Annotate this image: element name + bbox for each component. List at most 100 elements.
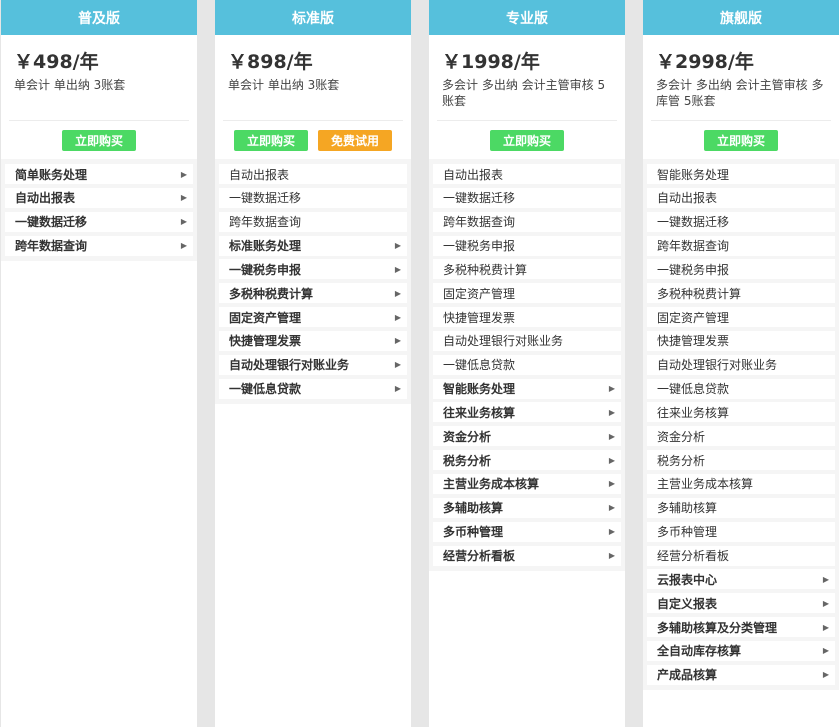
feature-label: 多币种管理 [657,525,718,540]
feature-item[interactable]: 快捷管理发票 ▶ [219,330,407,351]
feature-item[interactable]: 多币种管理 ▶ [433,521,621,542]
feature-item: 多税种税费计算 [647,283,835,304]
feature-label: 一键数据迁移 [229,191,302,206]
chevron-right-icon[interactable]: ▶ [823,575,829,584]
plan-card-standard: 标准版 ￥898/年 单会计 单出纳 3账套 立即购买 免费试用 自动出报表 一键数据迁移跨… [215,0,411,727]
feature-label: 自定义报表 [657,596,718,611]
feature-label: 往来业务核算 [657,405,730,420]
feature-item[interactable]: 多税种税费计算 ▶ [219,283,407,304]
feature-item: 固定资产管理 [647,307,835,328]
free-trial-button[interactable]: 免费试用 [318,130,392,151]
feature-label: 多税种税费计算 [443,262,528,277]
chevron-right-icon[interactable]: ▶ [181,193,187,202]
feature-label: 自动处理银行对账业务 [657,358,778,373]
feature-item[interactable]: 一键低息贷款 ▶ [219,378,407,399]
plan-price: ￥498/年 [14,51,99,73]
feature-label: 简单账务处理 [15,167,88,182]
feature-label: 主营业务成本核算 [657,477,754,492]
feature-item: 一键低息贷款 [433,354,621,375]
feature-label: 往来业务核算 [443,405,516,420]
feature-item[interactable]: 自动出报表 ▶ [5,187,193,208]
feature-item: 跨年数据查询 [219,211,407,232]
chevron-right-icon[interactable]: ▶ [181,217,187,226]
chevron-right-icon[interactable]: ▶ [609,551,615,560]
feature-item[interactable]: 跨年数据查询 ▶ [5,235,193,256]
feature-label: 自动出报表 [443,167,504,182]
feature-item[interactable]: 自定义报表 ▶ [647,593,835,614]
chevron-right-icon[interactable]: ▶ [395,336,401,345]
chevron-right-icon[interactable]: ▶ [823,599,829,608]
plan-card-basic: 普及版 ￥498/年 单会计 单出纳 3账套 立即购买 简单账务处理 ▶ 自动出报表 ▶ 一键数… [1,0,197,727]
chevron-right-icon[interactable]: ▶ [181,170,187,179]
chevron-right-icon[interactable]: ▶ [395,360,401,369]
chevron-right-icon[interactable]: ▶ [609,527,615,536]
buy-now-button[interactable]: 立即购买 [234,130,308,151]
feature-item[interactable]: 往来业务核算 ▶ [433,402,621,423]
feature-label: 固定资产管理 [443,286,516,301]
feature-item[interactable]: 自动处理银行对账业务 ▶ [219,354,407,375]
feature-item[interactable]: 税务分析 ▶ [433,450,621,471]
feature-item: 主营业务成本核算 [647,473,835,494]
chevron-right-icon[interactable]: ▶ [181,241,187,250]
feature-label: 经营分析看板 [443,549,516,563]
feature-item: 经营分析看板 [647,545,835,566]
chevron-right-icon[interactable]: ▶ [609,456,615,465]
chevron-right-icon[interactable]: ▶ [395,313,401,322]
chevron-right-icon[interactable]: ▶ [609,384,615,393]
divider [437,120,617,121]
feature-label: 自动出报表 [229,167,290,182]
feature-label: 税务分析 [443,453,492,468]
feature-label: 一键数据迁移 [657,215,730,230]
buy-now-button[interactable]: 立即购买 [490,130,564,151]
chevron-right-icon[interactable]: ▶ [609,408,615,417]
feature-item: 快捷管理发票 [433,307,621,328]
feature-item[interactable]: 标准账务处理 ▶ [219,235,407,256]
chevron-right-icon[interactable]: ▶ [395,265,401,274]
feature-item[interactable]: 全自动库存核算 ▶ [647,640,835,661]
chevron-right-icon[interactable]: ▶ [395,384,401,393]
chevron-right-icon[interactable]: ▶ [395,289,401,298]
feature-label: 一键税务申报 [443,239,516,254]
feature-item[interactable]: 多辅助核算及分类管理 ▶ [647,617,835,638]
chevron-right-icon[interactable]: ▶ [609,432,615,441]
plan-name: 普及版 [1,0,197,35]
feature-label: 云报表中心 [657,572,718,587]
feature-item[interactable]: 资金分析 ▶ [433,426,621,447]
feature-label: 跨年数据查询 [443,215,516,230]
feature-item: 多税种税费计算 [433,259,621,280]
feature-label: 一键数据迁移 [443,191,516,206]
chevron-right-icon[interactable]: ▶ [823,670,829,679]
chevron-right-icon[interactable]: ▶ [395,241,401,250]
chevron-right-icon[interactable]: ▶ [609,479,615,488]
chevron-right-icon[interactable]: ▶ [823,623,829,632]
buy-now-button[interactable]: 立即购买 [704,130,778,151]
feature-item: 往来业务核算 [647,402,835,423]
feature-item: 一键数据迁移 [433,187,621,208]
feature-item: 自动出报表 [219,164,407,184]
feature-item[interactable]: 产成品核算 ▶ [647,664,835,685]
feature-item: 固定资产管理 [433,283,621,304]
feature-item[interactable]: 一键数据迁移 ▶ [5,211,193,232]
plan-price: ￥2998/年 [656,51,754,73]
feature-item[interactable]: 云报表中心 ▶ [647,569,835,590]
feature-label: 快捷管理发票 [657,334,730,349]
feature-label: 一键税务申报 [229,262,302,277]
chevron-right-icon[interactable]: ▶ [609,503,615,512]
feature-label: 多币种管理 [443,525,504,540]
feature-label: 自动处理银行对账业务 [229,358,350,373]
plan-name: 旗舰版 [643,0,839,35]
feature-label: 自动出报表 [657,191,718,206]
feature-label: 一键数据迁移 [15,215,88,230]
feature-label: 固定资产管理 [229,310,302,325]
feature-item[interactable]: 一键税务申报 ▶ [219,259,407,280]
feature-item[interactable]: 智能账务处理 ▶ [433,378,621,399]
chevron-right-icon[interactable]: ▶ [823,646,829,655]
plan-name: 专业版 [429,0,625,35]
feature-item[interactable]: 经营分析看板 ▶ [433,545,621,566]
feature-item[interactable]: 主营业务成本核算 ▶ [433,473,621,494]
buy-now-button[interactable]: 立即购买 [62,130,136,151]
feature-item[interactable]: 多辅助核算 ▶ [433,497,621,518]
feature-item[interactable]: 简单账务处理 ▶ [5,164,193,184]
feature-label: 多税种税费计算 [657,286,742,301]
feature-item[interactable]: 固定资产管理 ▶ [219,307,407,328]
